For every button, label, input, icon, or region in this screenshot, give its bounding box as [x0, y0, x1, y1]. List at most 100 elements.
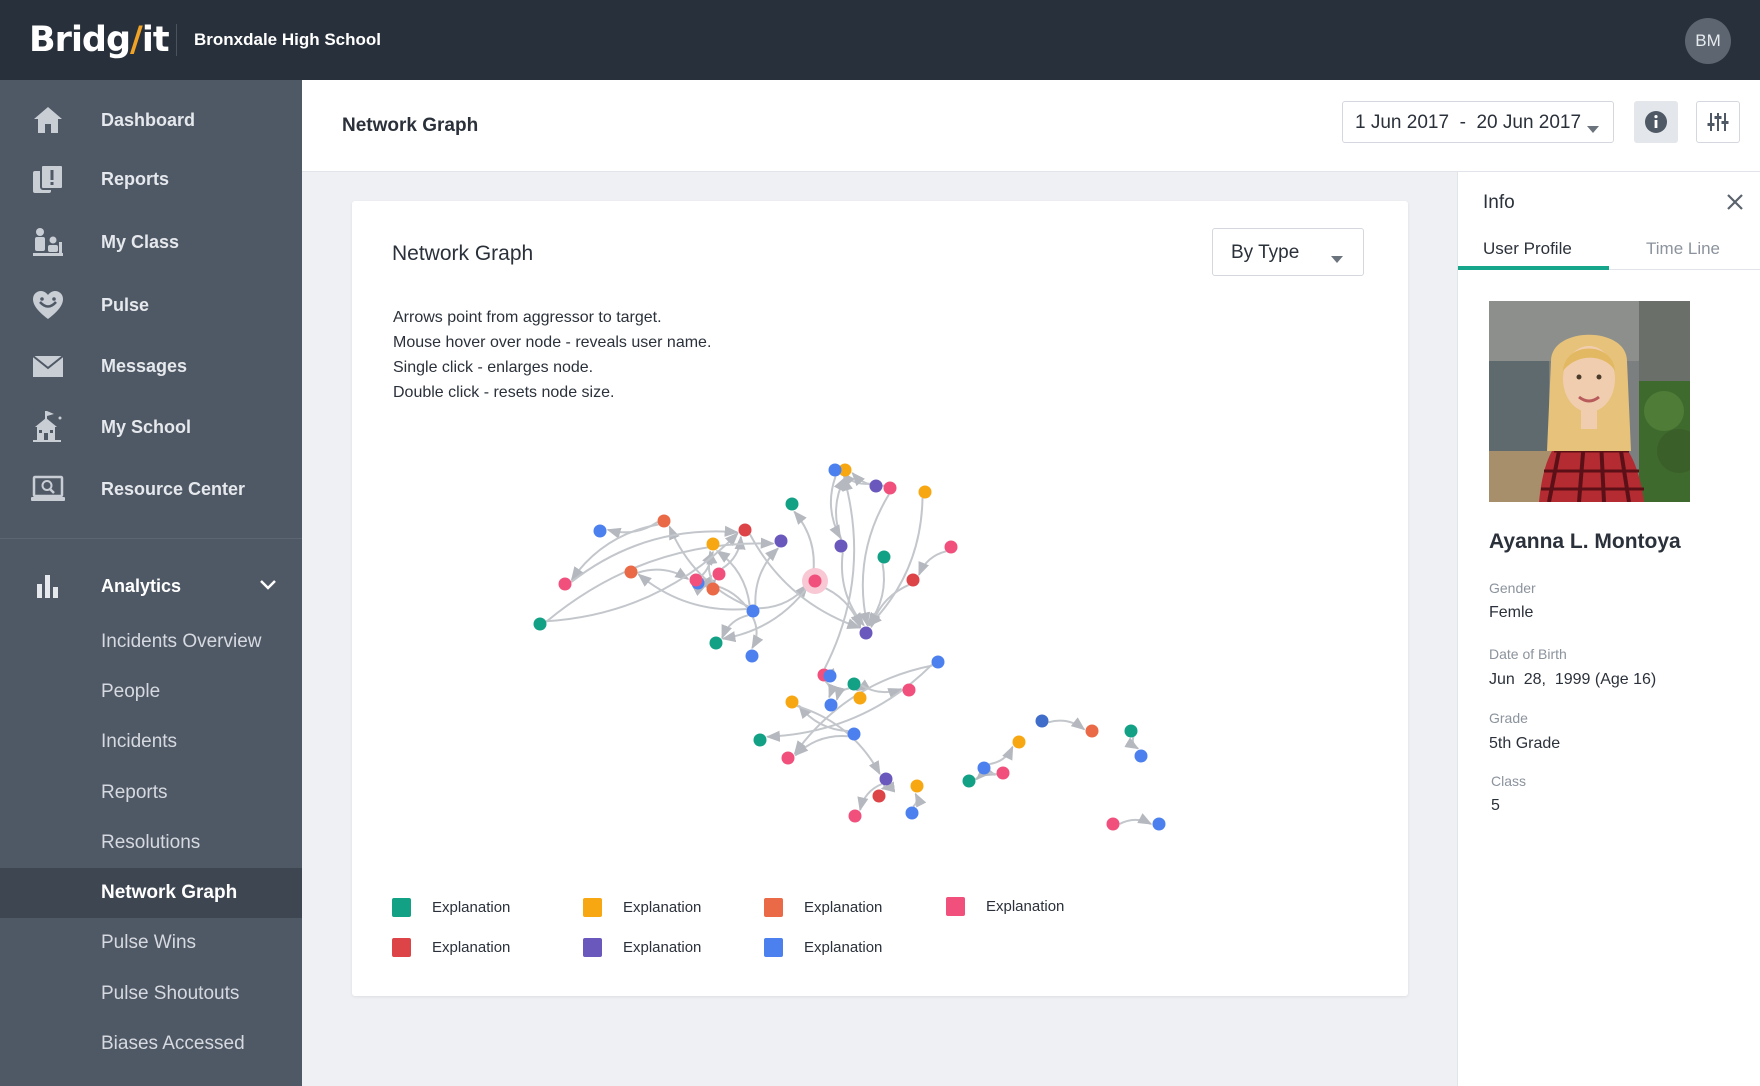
graph-node[interactable]: [753, 733, 767, 747]
sidebar-subitem-incidents-overview[interactable]: Incidents Overview: [0, 617, 302, 667]
graph-node[interactable]: [1085, 724, 1099, 738]
school-building-icon: [30, 411, 66, 443]
graph-node[interactable]: [877, 550, 891, 564]
chevron-down-icon[interactable]: [258, 578, 278, 597]
sidebar-subitem-incidents[interactable]: Incidents: [0, 717, 302, 767]
graph-node[interactable]: [869, 479, 883, 493]
sidebar-subitem-label: Biases Accessed: [101, 1033, 245, 1054]
graph-edge: [1119, 813, 1153, 825]
network-graph[interactable]: [352, 201, 1408, 996]
graph-node[interactable]: [902, 683, 916, 697]
graph-node[interactable]: [944, 540, 958, 554]
graph-node[interactable]: [883, 481, 897, 495]
page-header: Network Graph 1 Jun 2017 - 20 Jun 2017: [302, 80, 1760, 172]
graph-node[interactable]: [1152, 817, 1166, 831]
legend-swatch: [764, 938, 783, 957]
sidebar-subitem-label: Incidents Overview: [101, 631, 262, 652]
graph-node[interactable]: [712, 567, 726, 581]
sidebar-item-dashboard[interactable]: Dashboard: [0, 92, 302, 148]
graph-node[interactable]: [879, 772, 893, 786]
graph-node[interactable]: [962, 774, 976, 788]
close-icon[interactable]: [1723, 190, 1747, 214]
info-icon: [1645, 111, 1667, 133]
graph-node[interactable]: [859, 626, 873, 640]
sidebar-subitem-reports[interactable]: Reports: [0, 768, 302, 818]
graph-edge: [1048, 717, 1086, 731]
graph-node[interactable]: [1106, 817, 1120, 831]
tab-user-profile[interactable]: User Profile: [1483, 238, 1572, 268]
legend-label: Explanation: [986, 898, 1065, 915]
field-value-gender: Femle: [1489, 604, 1534, 621]
graph-node[interactable]: [593, 524, 607, 538]
graph-node[interactable]: [657, 514, 671, 528]
graph-node[interactable]: [785, 695, 799, 709]
sidebar-subitem-biases-accessed[interactable]: Biases Accessed: [0, 1019, 302, 1069]
graph-node[interactable]: [808, 574, 822, 588]
graph-node[interactable]: [828, 463, 842, 477]
sidebar-subitem-label: Pulse Wins: [101, 932, 197, 953]
graph-node[interactable]: [1035, 714, 1049, 728]
graph-node[interactable]: [824, 698, 838, 712]
sidebar-item-my-school[interactable]: My School: [0, 399, 302, 455]
heart-pulse-icon: [30, 289, 66, 321]
bridgit-logo[interactable]: Bridg/it: [29, 18, 170, 62]
graph-node[interactable]: [1012, 735, 1026, 749]
graph-node[interactable]: [906, 573, 920, 587]
graph-node[interactable]: [738, 523, 752, 537]
graph-node[interactable]: [834, 539, 848, 553]
user-avatar[interactable]: BM: [1685, 18, 1731, 64]
sidebar-subitem-resolutions[interactable]: Resolutions: [0, 818, 302, 868]
filter-settings-button[interactable]: [1696, 101, 1740, 143]
graph-node[interactable]: [689, 573, 703, 587]
sidebar-subitem-label: People: [101, 681, 161, 702]
graph-node[interactable]: [848, 809, 862, 823]
graph-node[interactable]: [781, 751, 795, 765]
graph-node[interactable]: [558, 577, 572, 591]
sidebar-subitem-pulse-shoutouts[interactable]: Pulse Shoutouts: [0, 969, 302, 1019]
graph-edge: [751, 617, 764, 650]
graph-node[interactable]: [872, 789, 886, 803]
graph-edge: [1124, 736, 1140, 750]
sidebar-item-pulse[interactable]: Pulse: [0, 277, 302, 333]
legend-label: Explanation: [623, 899, 702, 916]
sidebar-subitem-network-graph[interactable]: Network Graph: [0, 868, 302, 918]
graph-node[interactable]: [1134, 749, 1148, 763]
graph-node[interactable]: [709, 636, 723, 650]
sidebar-subitem-pulse-wins[interactable]: Pulse Wins: [0, 918, 302, 968]
date-range-picker[interactable]: 1 Jun 2017 - 20 Jun 2017: [1342, 101, 1614, 143]
graph-edge: [793, 510, 815, 575]
graph-node[interactable]: [905, 806, 919, 820]
sidebar-item-messages[interactable]: Messages: [0, 338, 302, 394]
graph-node[interactable]: [918, 485, 932, 499]
graph-node[interactable]: [745, 649, 759, 663]
graph-edge: [824, 680, 839, 699]
graph-node[interactable]: [996, 766, 1010, 780]
graph-node[interactable]: [931, 655, 945, 669]
sidebar-subitem-people[interactable]: People: [0, 667, 302, 717]
graph-node[interactable]: [533, 617, 547, 631]
sidebar-subitem-label: Network Graph: [101, 882, 238, 903]
field-label-dob: Date of Birth: [1489, 646, 1567, 662]
graph-node[interactable]: [853, 691, 867, 705]
graph-node[interactable]: [910, 779, 924, 793]
graph-node[interactable]: [774, 534, 788, 548]
graph-node[interactable]: [746, 604, 760, 618]
graph-node[interactable]: [624, 565, 638, 579]
graph-node[interactable]: [977, 761, 991, 775]
tab-time-line[interactable]: Time Line: [1646, 238, 1720, 268]
info-button[interactable]: [1634, 101, 1678, 143]
graph-node[interactable]: [1124, 724, 1138, 738]
graph-node[interactable]: [706, 537, 720, 551]
graph-node[interactable]: [847, 727, 861, 741]
sidebar-item-analytics[interactable]: Analytics: [0, 558, 302, 614]
graph-node[interactable]: [706, 582, 720, 596]
graph-node[interactable]: [847, 677, 861, 691]
legend-label: Explanation: [804, 899, 883, 916]
graph-node[interactable]: [785, 497, 799, 511]
sidebar-item-my-class[interactable]: My Class: [0, 214, 302, 270]
sidebar-item-label: Pulse: [101, 295, 150, 315]
sidebar-item-reports[interactable]: Reports: [0, 151, 302, 207]
sidebar-item-resource-center[interactable]: Resource Center: [0, 461, 302, 517]
graph-edge: [918, 550, 947, 577]
graph-node[interactable]: [823, 669, 837, 683]
